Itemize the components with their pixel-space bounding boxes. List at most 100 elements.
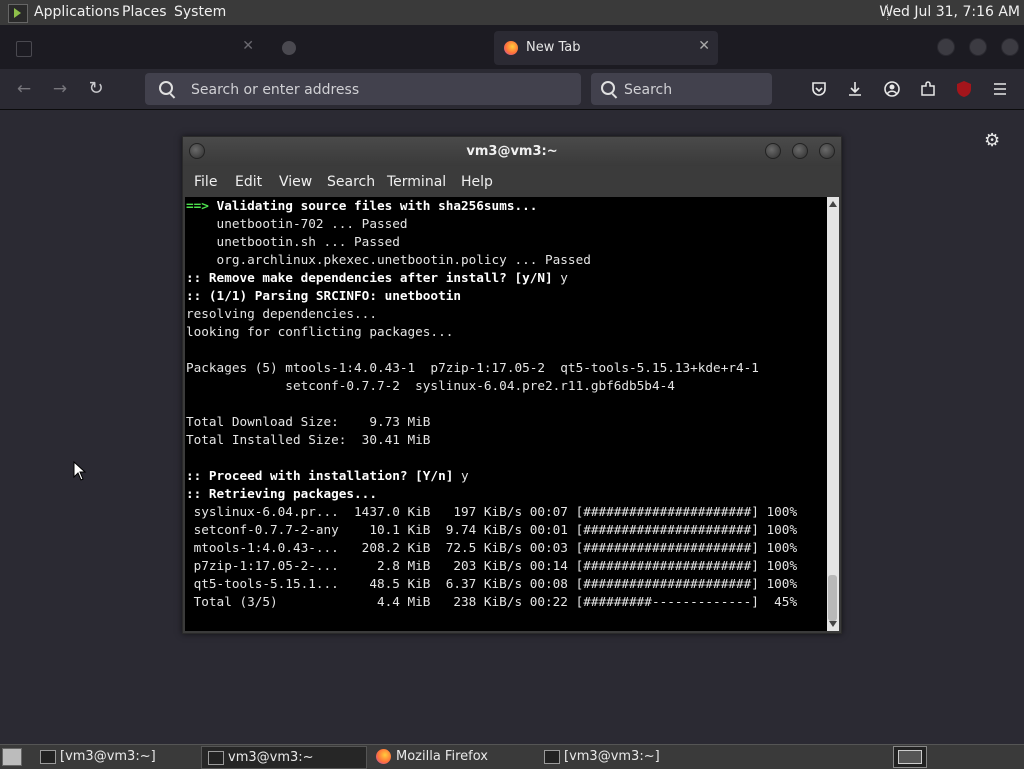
terminal-output: ==> Validating source files with sha256s… <box>185 197 827 611</box>
terminal-text-segment: org.archlinux.pkexec.unetbootin.policy .… <box>186 252 591 267</box>
close-button[interactable] <box>819 143 835 159</box>
terminal-text-segment: syslinux-6.04.pr... 1437.0 KiB 197 KiB/s… <box>186 504 798 519</box>
terminal-line: ==> Validating source files with sha256s… <box>186 198 537 213</box>
extensions-icon[interactable] <box>919 80 937 98</box>
terminal-line: looking for conflicting packages... <box>186 324 453 339</box>
menu-system[interactable]: System <box>174 4 226 20</box>
terminal-scrollbar[interactable] <box>827 197 839 631</box>
terminal-text-segment: :: Proceed with installation? [Y/n] <box>186 468 461 483</box>
menu-view[interactable]: View <box>279 174 312 190</box>
mouse-cursor-icon <box>73 461 87 481</box>
terminal-text-segment: resolving dependencies... <box>186 306 377 321</box>
terminal-titlebar[interactable]: vm3@vm3:~ <box>183 137 841 166</box>
terminal-text-segment: Total Download Size: 9.73 MiB <box>186 414 431 429</box>
terminal-title: vm3@vm3:~ <box>466 144 558 159</box>
terminal-icon <box>208 751 224 765</box>
scrollbar-thumb[interactable] <box>828 575 837 621</box>
scroll-up-icon[interactable] <box>829 201 837 207</box>
terminal-text-segment: setconf-0.7.7-2-any 10.1 KiB 9.74 KiB/s … <box>186 522 798 537</box>
tab-2[interactable] <box>272 31 486 65</box>
terminal-text-segment: y <box>560 270 568 285</box>
terminal-line: setconf-0.7.7-2-any 10.1 KiB 9.74 KiB/s … <box>186 522 797 537</box>
forward-icon[interactable]: → <box>50 79 70 99</box>
terminal-line: setconf-0.7.7-2 syslinux-6.04.pre2.r11.g… <box>186 378 675 393</box>
search-bar[interactable] <box>591 73 772 105</box>
tab-label: New Tab <box>526 40 581 55</box>
menu-applications[interactable]: Applications <box>34 4 120 20</box>
taskbar-item-terminal-1[interactable]: [vm3@vm3:~] <box>34 746 194 767</box>
terminal-text-segment: unetbootin-702 ... Passed <box>186 216 408 231</box>
search-icon <box>159 81 173 95</box>
clock[interactable]: Wed Jul 31, 7:16 AM <box>879 4 1020 20</box>
taskbar-item-terminal-2[interactable]: vm3@vm3:~ <box>201 746 367 769</box>
tab-new-tab[interactable]: New Tab ✕ <box>494 31 718 65</box>
menu-file[interactable]: File <box>194 174 217 190</box>
terminal-line: :: (1/1) Parsing SRCINFO: unetbootin <box>186 288 461 303</box>
pocket-icon[interactable] <box>810 80 828 98</box>
close-icon[interactable]: ✕ <box>242 38 254 54</box>
terminal-line: Total Download Size: 9.73 MiB <box>186 414 430 429</box>
terminal-screen[interactable]: ==> Validating source files with sha256s… <box>185 197 827 631</box>
terminal-line: unetbootin-702 ... Passed <box>186 216 408 231</box>
terminal-text-segment: looking for conflicting packages... <box>186 324 454 339</box>
terminal-menubar: File Edit View Search Terminal Help <box>183 167 841 195</box>
reload-icon[interactable]: ↻ <box>86 79 106 99</box>
terminal-text-segment: :: (1/1) Parsing SRCINFO: unetbootin <box>186 288 461 303</box>
terminal-line: Packages (5) mtools-1:4.0.43-1 p7zip-1:1… <box>186 360 759 375</box>
terminal-window[interactable]: vm3@vm3:~ File Edit View Search Terminal… <box>182 136 842 634</box>
taskbar-item-firefox[interactable]: Mozilla Firefox <box>370 746 530 767</box>
navigation-toolbar: ← → ↻ <box>0 69 1024 110</box>
terminal-text-segment: mtools-1:4.0.43-... 208.2 KiB 72.5 KiB/s… <box>186 540 798 555</box>
tab-favicon <box>16 41 32 57</box>
top-panel: Applications Places System Wed Jul 31, 7… <box>0 0 1024 26</box>
address-bar[interactable] <box>145 73 581 105</box>
terminal-icon <box>544 750 560 764</box>
ublock-icon[interactable] <box>955 80 973 98</box>
terminal-line: p7zip-1:17.05-2-... 2.8 MiB 203 KiB/s 00… <box>186 558 797 573</box>
terminal-text-segment: ==> <box>186 198 217 213</box>
url-input[interactable] <box>189 79 573 101</box>
account-icon[interactable] <box>883 80 901 98</box>
terminal-text-segment: :: Remove make dependencies after instal… <box>186 270 561 285</box>
terminal-text-segment: unetbootin.sh ... Passed <box>186 234 400 249</box>
minimize-window-button[interactable] <box>937 38 955 56</box>
terminal-text-segment: Packages (5) mtools-1:4.0.43-1 p7zip-1:1… <box>186 360 759 375</box>
menu-search[interactable]: Search <box>327 174 375 190</box>
maximize-window-button[interactable] <box>969 38 987 56</box>
terminal-text-segment: p7zip-1:17.05-2-... 2.8 MiB 203 KiB/s 00… <box>186 558 798 573</box>
terminal-text-segment: y <box>461 468 469 483</box>
taskbar-item-terminal-3[interactable]: [vm3@vm3:~] <box>538 746 698 767</box>
hamburger-menu-icon[interactable] <box>991 80 1009 98</box>
workspace-switcher[interactable] <box>893 746 927 768</box>
menu-places[interactable]: Places <box>122 4 167 20</box>
tab-favicon <box>282 41 296 55</box>
taskbar-label: [vm3@vm3:~] <box>564 749 660 764</box>
close-icon[interactable]: ✕ <box>698 38 710 54</box>
close-window-button[interactable] <box>1001 38 1019 56</box>
menu-edit[interactable]: Edit <box>235 174 262 190</box>
terminal-line: org.archlinux.pkexec.unetbootin.policy .… <box>186 252 591 267</box>
back-icon[interactable]: ← <box>14 79 34 99</box>
maximize-button[interactable] <box>792 143 808 159</box>
minimize-button[interactable] <box>765 143 781 159</box>
terminal-text-segment: :: Retrieving packages... <box>186 486 377 501</box>
terminal-app-icon[interactable] <box>8 4 28 23</box>
gear-icon[interactable]: ⚙ <box>984 132 1002 150</box>
terminal-line: mtools-1:4.0.43-... 208.2 KiB 72.5 KiB/s… <box>186 540 797 555</box>
bottom-panel: [vm3@vm3:~] vm3@vm3:~ Mozilla Firefox [v… <box>0 744 1024 769</box>
firefox-icon <box>376 749 391 764</box>
download-icon[interactable] <box>846 80 864 98</box>
terminal-text-segment: Total (3/5) 4.4 MiB 238 KiB/s 00:22 [###… <box>186 594 798 609</box>
taskbar-label: vm3@vm3:~ <box>228 750 314 765</box>
show-desktop-icon[interactable] <box>2 748 22 766</box>
terminal-line: syslinux-6.04.pr... 1437.0 KiB 197 KiB/s… <box>186 504 797 519</box>
terminal-text-segment: qt5-tools-5.15.1... 48.5 KiB 6.37 KiB/s … <box>186 576 798 591</box>
terminal-text-segment: Validating source files with sha256sums.… <box>216 198 538 213</box>
menu-terminal[interactable]: Terminal <box>387 174 446 190</box>
taskbar-label: [vm3@vm3:~] <box>60 749 156 764</box>
tab-1[interactable]: ✕ <box>6 31 262 65</box>
scroll-down-icon[interactable] <box>829 621 837 627</box>
menu-help[interactable]: Help <box>461 174 493 190</box>
search-input[interactable] <box>622 79 766 101</box>
terminal-text-segment: setconf-0.7.7-2 syslinux-6.04.pre2.r11.g… <box>186 378 675 393</box>
